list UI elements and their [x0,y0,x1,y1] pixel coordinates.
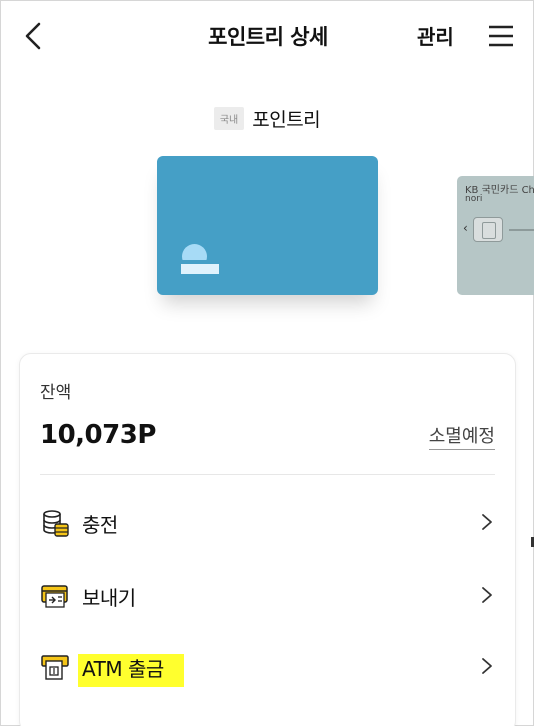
expire-scheduled-link[interactable]: 소멸예정 [428,422,495,450]
top-bar: 포인트리 상세 관리 [1,1,534,71]
card-chip-icon [473,217,503,242]
chevron-right-icon [482,658,492,674]
charge-row[interactable]: 충전 [20,492,517,552]
divider [40,474,495,475]
manage-button[interactable]: 관리 [417,21,454,50]
atm-withdraw-row[interactable]: ATM 출금 [20,636,517,696]
atm-icon [41,655,69,680]
card-stripe [509,229,534,231]
card-logo-gap [181,260,209,264]
pointree-card[interactable] [157,156,378,295]
chevron-right-icon [482,587,492,603]
balance-value: 10,073P [40,420,156,450]
chevron-right-icon [482,514,492,530]
next-card-preview[interactable]: KB 국민카드 Chec nori ‹ [457,176,534,295]
card-send-icon [41,585,68,608]
balance-label: 잔액 [40,383,72,403]
chevron-left-icon: ‹ [463,221,468,235]
page-title: 포인트리 상세 [208,25,328,49]
send-label: 보내기 [82,586,136,610]
highlight-mark: ATM 출금 [78,654,184,687]
coin-stack-icon [43,510,69,537]
region-badge: 국내 [213,107,245,130]
card-title-row: 국내 포인트리 [1,105,533,132]
charge-label: 충전 [82,513,118,537]
send-row[interactable]: 보내기 [20,565,517,625]
card-name: 포인트리 [252,109,321,131]
atm-withdraw-label: ATM 출금 [78,653,184,687]
hamburger-menu-icon[interactable] [488,25,514,47]
next-card-sub: nori [465,194,483,204]
balance-panel: 잔액 10,073P 소멸예정 충전 보내기 ATM 출금 [19,353,516,726]
card-logo-bar [181,264,219,274]
